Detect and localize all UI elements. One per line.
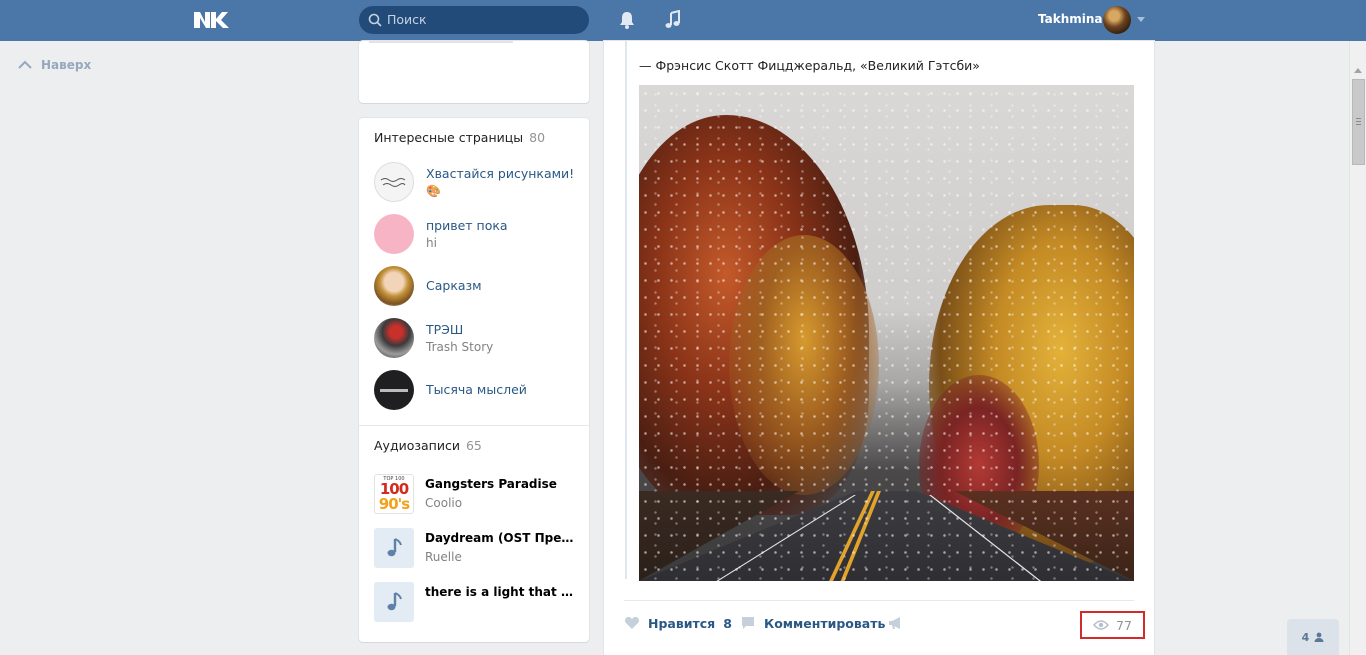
audio-item[interactable]: TOP 100 100 90's Gangsters Paradise Cool… (374, 474, 579, 514)
user-avatar[interactable] (1103, 6, 1131, 34)
quote-author: — Фрэнсис Скотт Фицджеральд, «Великий Гэ… (639, 58, 980, 73)
eye-icon (1093, 620, 1110, 630)
actions-divider (624, 600, 1134, 601)
post-photo[interactable] (639, 85, 1134, 581)
like-label: Нравится (648, 615, 716, 631)
page-avatar[interactable] (374, 370, 414, 410)
album-cover[interactable] (374, 528, 414, 568)
page-avatar[interactable] (374, 162, 414, 202)
views-counter: 77 (1080, 611, 1145, 639)
comment-button[interactable]: Комментировать (740, 615, 885, 631)
previous-card (359, 41, 589, 103)
audio-track-title[interactable]: there is a light that will never go out (425, 585, 580, 599)
page-name[interactable]: Хвастайся рисунками! (426, 166, 574, 181)
search-placeholder: Поиск (387, 12, 427, 27)
music-note-icon (387, 592, 402, 611)
bell-icon[interactable] (617, 10, 637, 30)
profile-side-card: Интересные страницы 80 Хвастайся рисункам… (359, 118, 589, 642)
user-name[interactable]: Takhmina (1038, 12, 1103, 26)
page-subtitle: 🎨 (426, 184, 441, 198)
vk-logo-icon[interactable] (193, 10, 229, 30)
interesting-pages-title: Интересные страницы (374, 130, 524, 145)
page-name[interactable]: Сарказм (426, 278, 482, 293)
chevron-up-icon (18, 60, 32, 69)
interesting-pages-header[interactable]: Интересные страницы 80 (374, 130, 545, 145)
share-button[interactable] (887, 615, 903, 631)
scroll-grip-icon (1356, 118, 1361, 125)
page-avatar[interactable] (374, 266, 414, 306)
friends-online-button[interactable]: 4 (1287, 619, 1339, 655)
music-note-icon (387, 538, 402, 557)
person-icon (1314, 632, 1324, 642)
like-count: 8 (723, 615, 732, 631)
card-divider (369, 41, 513, 43)
search-input[interactable]: Поиск (359, 6, 589, 34)
page-item-drawings[interactable]: Хвастайся рисунками! 🎨 (374, 162, 579, 202)
search-icon (368, 13, 382, 27)
page-avatar[interactable] (374, 318, 414, 358)
audio-title: Аудиозаписи (374, 438, 460, 453)
audio-header[interactable]: Аудиозаписи 65 (374, 438, 482, 453)
page-subtitle: Trash Story (426, 340, 494, 354)
audio-item[interactable]: Daydream (OST Прежде чем я упаду) Ruelle (374, 528, 580, 568)
audio-count: 65 (465, 438, 482, 453)
scroll-up-arrow-icon[interactable] (1354, 68, 1362, 73)
cover-text: 90's (378, 495, 410, 513)
scroll-thumb[interactable] (1352, 79, 1365, 165)
audio-item[interactable]: there is a light that will never go out (374, 582, 580, 622)
script-logo-icon (380, 178, 406, 187)
back-to-top-link[interactable]: Наверх (18, 58, 91, 72)
page-name[interactable]: привет пока (426, 218, 508, 233)
quote-bar (625, 41, 627, 579)
comment-icon (742, 617, 754, 629)
audio-track-title[interactable]: Daydream (OST Прежде чем я упаду) (425, 531, 580, 545)
like-button[interactable]: Нравится 8 (624, 615, 732, 631)
page-name[interactable]: ТРЭШ (426, 322, 463, 337)
audio-artist[interactable]: Coolio (425, 496, 462, 510)
page-avatar[interactable] (374, 214, 414, 254)
music-icon[interactable] (663, 10, 683, 30)
views-count: 77 (1116, 617, 1132, 633)
album-cover[interactable]: TOP 100 100 90's (374, 474, 414, 514)
page-scrollbar[interactable] (1349, 41, 1366, 655)
page-name[interactable]: Тысяча мыслей (426, 382, 527, 397)
interesting-pages-count: 80 (529, 130, 546, 145)
audio-track-title[interactable]: Gangsters Paradise (425, 477, 580, 491)
page-item-hi-bye[interactable]: привет пока hi (374, 214, 579, 254)
chevron-down-icon[interactable] (1137, 17, 1145, 22)
logo-stripe (380, 388, 408, 392)
comment-label: Комментировать (764, 615, 886, 631)
audio-artist[interactable]: Ruelle (425, 550, 462, 564)
album-cover[interactable] (374, 582, 414, 622)
megaphone-icon (889, 617, 900, 629)
page-item-trash[interactable]: ТРЭШ Trash Story (374, 318, 579, 358)
page-item-sarcasm[interactable]: Сарказм (374, 266, 579, 306)
photo-raindrops (639, 85, 1134, 581)
page-subtitle: hi (426, 236, 437, 250)
section-divider (359, 425, 589, 426)
page-item-thousand-thoughts[interactable]: Тысяча мыслей (374, 370, 579, 410)
wall-post: — Фрэнсис Скотт Фицджеральд, «Великий Гэ… (604, 41, 1154, 655)
top-header: Поиск Takhmina (0, 0, 1366, 41)
heart-icon (624, 617, 640, 629)
friends-online-count: 4 (1301, 630, 1310, 644)
back-to-top-label: Наверх (41, 58, 92, 72)
